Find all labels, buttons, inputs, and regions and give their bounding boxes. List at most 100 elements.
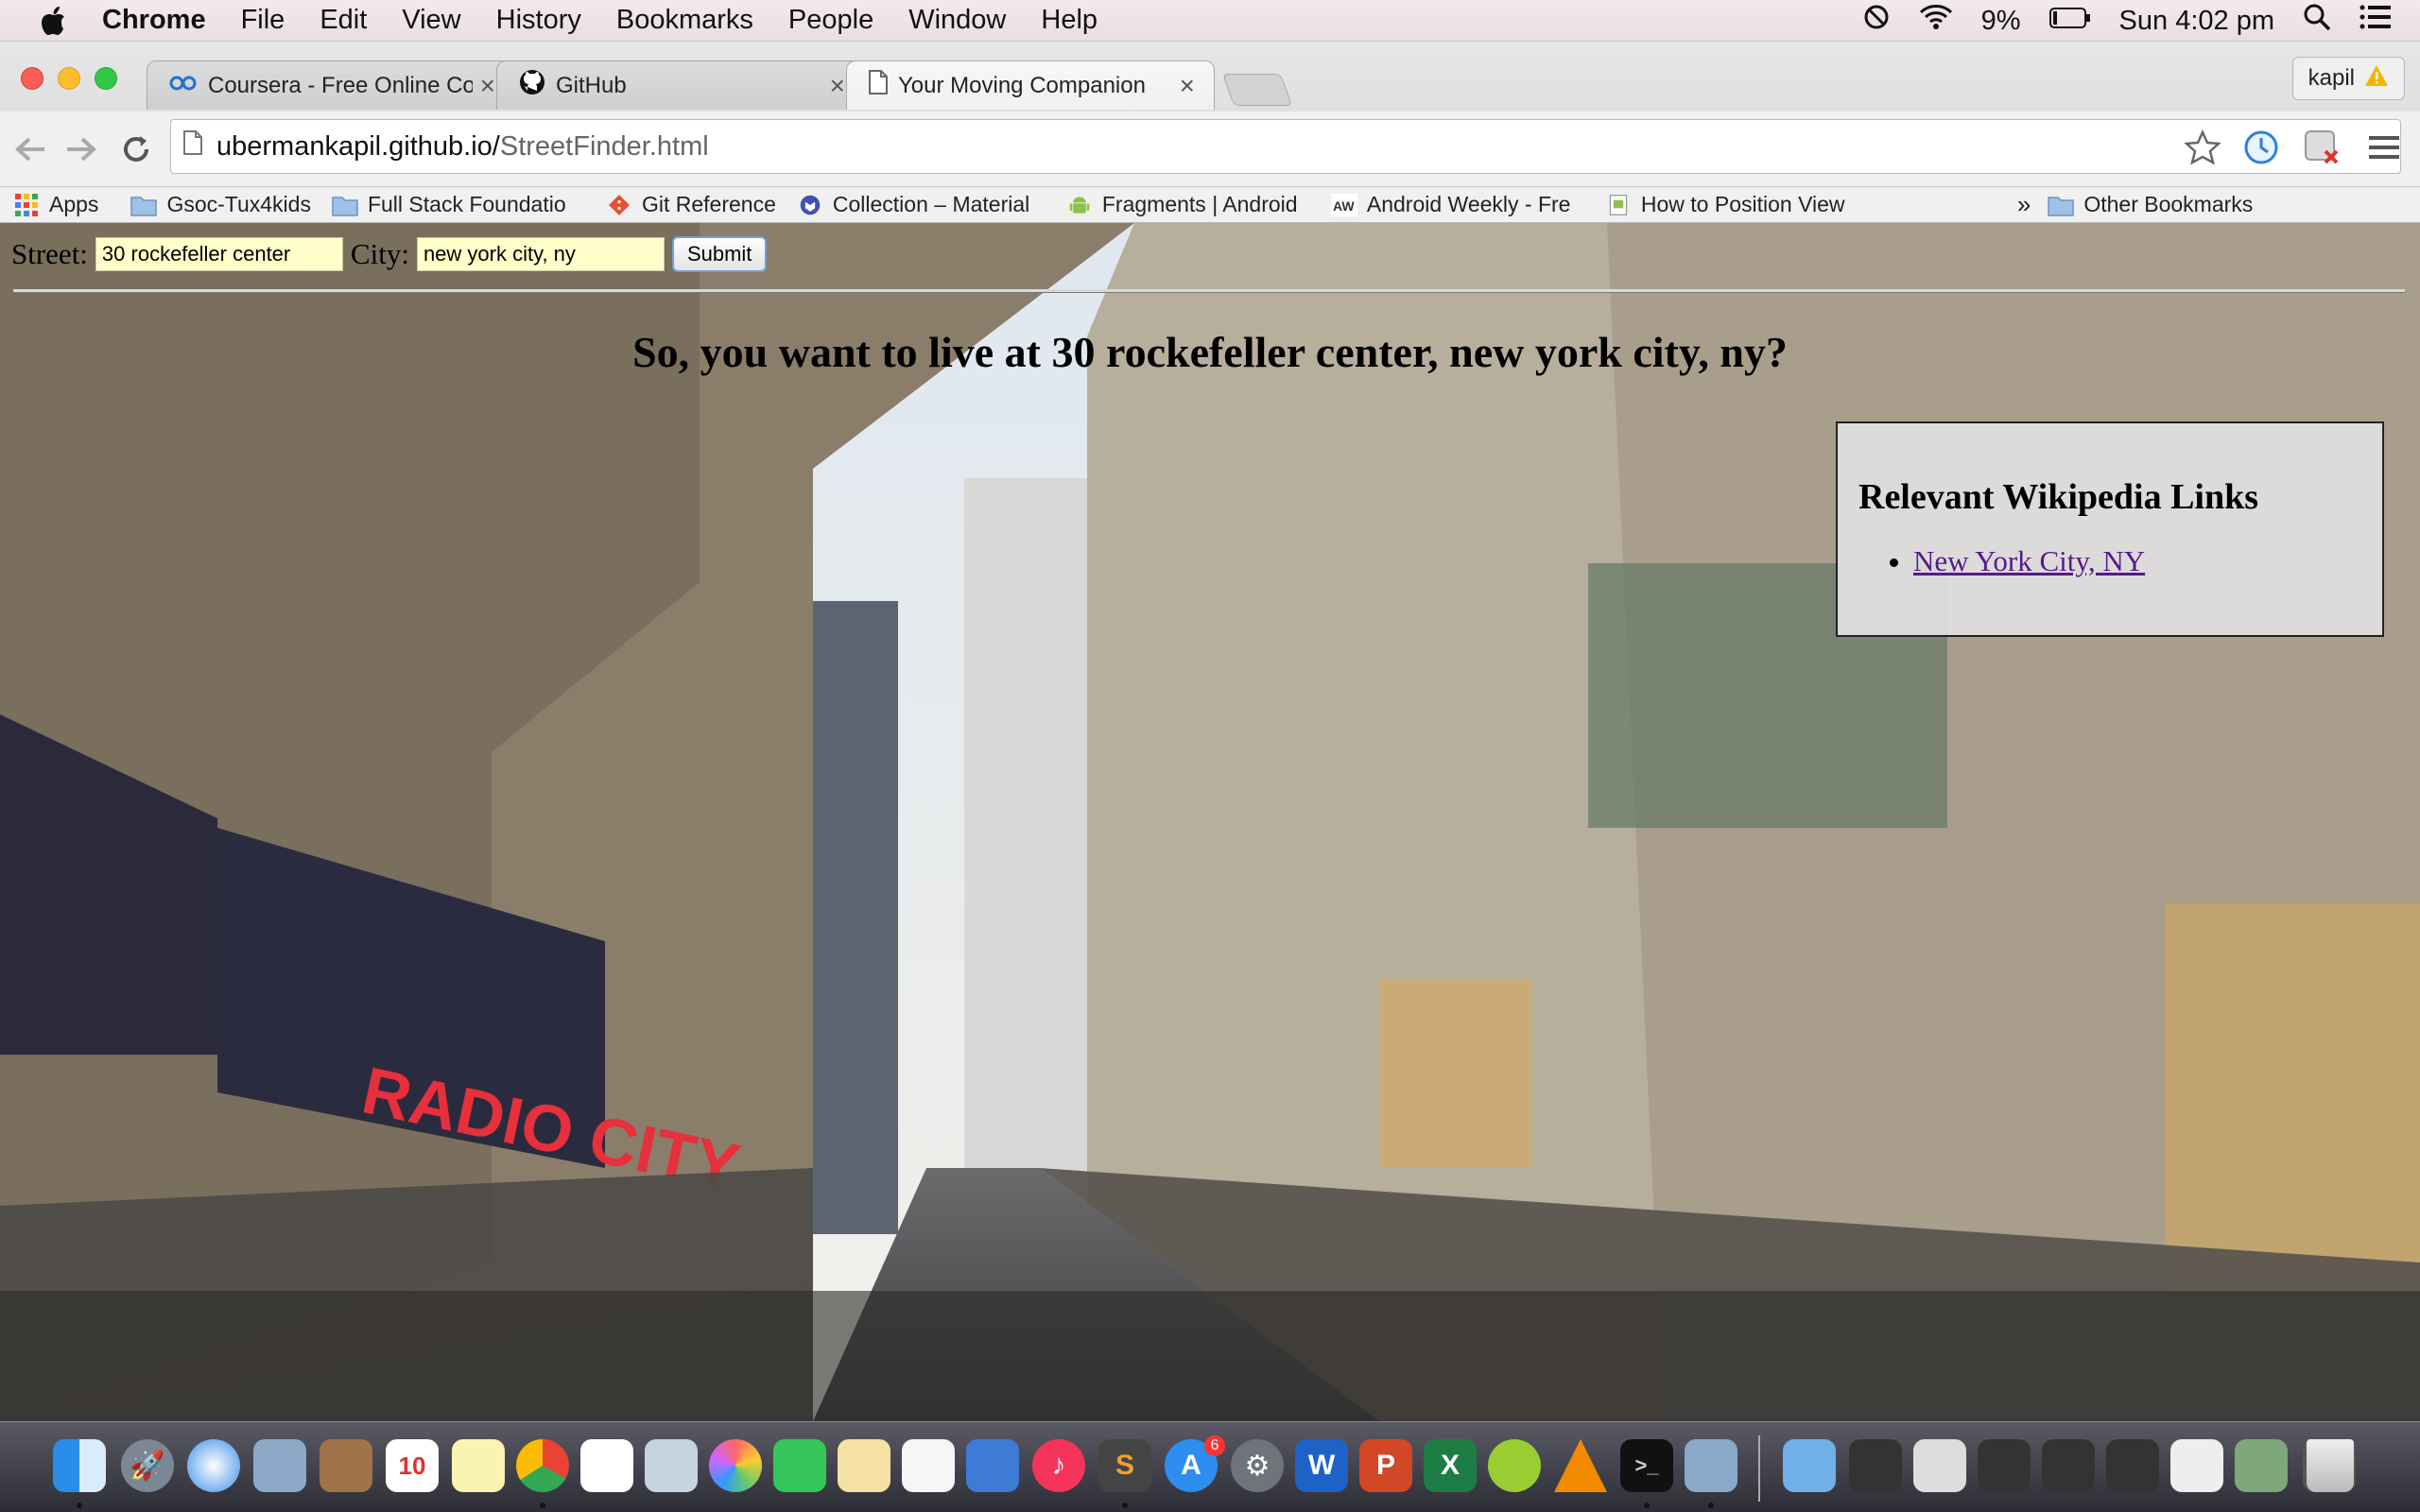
menu-app-name[interactable]: Chrome	[102, 5, 206, 36]
bookmarks-overflow-chevron[interactable]: »	[2017, 190, 2031, 219]
android-studio-icon[interactable]	[1488, 1439, 1541, 1492]
pages-icon[interactable]	[838, 1439, 890, 1492]
excel-icon[interactable]: X	[1424, 1439, 1477, 1492]
mail-icon[interactable]	[253, 1439, 306, 1492]
trash-icon[interactable]	[2307, 1439, 2354, 1492]
spotlight-search-icon[interactable]	[2303, 3, 2331, 39]
back-button[interactable]	[11, 130, 49, 168]
tab-close-icon[interactable]: ×	[1180, 71, 1195, 101]
bookmark-apps[interactable]: Apps	[13, 192, 98, 217]
finder-icon[interactable]	[53, 1439, 106, 1492]
minimized-window-thumbnail[interactable]	[1913, 1439, 1966, 1492]
battery-icon[interactable]	[2048, 6, 2091, 37]
apps-grid-icon	[15, 193, 38, 216]
do-not-disturb-icon[interactable]	[1862, 3, 1891, 39]
page-content: RADIO CITY Street: City: Submit So, you …	[0, 223, 2420, 1421]
bookmark-gsoc-tux4kids[interactable]: Gsoc-Tux4kids	[130, 192, 311, 217]
wifi-icon[interactable]	[1919, 4, 1953, 38]
minimized-window-thumbnail[interactable]	[1978, 1439, 2031, 1492]
minimized-window-thumbnail[interactable]	[2235, 1439, 2288, 1492]
extension-clock-icon[interactable]	[2242, 129, 2280, 166]
bookmark-label: Collection – Material	[832, 192, 1030, 216]
bookmark-android-weekly[interactable]: AW Android Weekly - Fre	[1330, 192, 1584, 217]
launchpad-icon[interactable]: 🚀	[121, 1439, 174, 1492]
bookmark-star-icon[interactable]	[2184, 129, 2221, 166]
status-menus: 9% Sun 4:02 pm	[1862, 0, 2420, 42]
bookmark-fragments-android[interactable]: Fragments | Android	[1066, 192, 1310, 217]
numbers-icon[interactable]	[902, 1439, 955, 1492]
profile-button[interactable]: kapil	[2291, 57, 2405, 100]
bookmark-collection-material[interactable]: Collection – Material	[797, 192, 1046, 217]
street-input[interactable]	[95, 237, 343, 271]
material-icon	[800, 195, 821, 215]
minimized-window-thumbnail[interactable]	[2106, 1439, 2159, 1492]
menu-people[interactable]: People	[788, 5, 873, 36]
menu-view[interactable]: View	[402, 5, 460, 36]
bookmark-other-bookmarks[interactable]: Other Bookmarks	[2048, 192, 2253, 217]
tab-your-moving-companion[interactable]: Your Moving Companion ×	[846, 60, 1215, 110]
notification-center-icon[interactable]	[2360, 4, 2392, 38]
terminal-icon[interactable]: >_	[1620, 1439, 1673, 1492]
menu-file[interactable]: File	[241, 5, 285, 36]
bookmark-label: Fragments | Android	[1101, 192, 1298, 216]
notes-icon[interactable]	[452, 1439, 505, 1492]
wikipedia-link[interactable]: New York City, NY	[1913, 544, 2145, 577]
window-zoom-button[interactable]	[95, 67, 117, 90]
menu-edit[interactable]: Edit	[320, 5, 367, 36]
preview-icon[interactable]	[645, 1439, 698, 1492]
tab-title: GitHub	[556, 72, 627, 98]
submit-button[interactable]: Submit	[671, 236, 768, 272]
tab-github[interactable]: GitHub ×	[496, 60, 865, 110]
tab-close-icon[interactable]: ×	[830, 71, 845, 101]
extension-blocker-icon[interactable]	[2303, 129, 2341, 166]
reminders-icon[interactable]	[580, 1439, 633, 1492]
contacts-icon[interactable]	[320, 1439, 372, 1492]
menu-clock[interactable]: Sun 4:02 pm	[2119, 6, 2274, 37]
tab-close-icon[interactable]: ×	[480, 71, 495, 101]
word-icon[interactable]: W	[1295, 1439, 1348, 1492]
folder-icon	[332, 196, 358, 216]
menu-history[interactable]: History	[496, 5, 581, 36]
minimized-window-thumbnail[interactable]	[1849, 1439, 1902, 1492]
city-input[interactable]	[416, 237, 665, 271]
browser-window-frame: Coursera - Free Online Cou × GitHub × Yo…	[0, 42, 2420, 223]
minimized-window-thumbnail[interactable]	[2170, 1439, 2223, 1492]
menu-window[interactable]: Window	[908, 5, 1006, 36]
folder-icon	[2048, 196, 2075, 216]
photos-icon[interactable]	[709, 1439, 762, 1492]
new-tab-button[interactable]	[1221, 74, 1293, 106]
wikipedia-link-list: New York City, NY	[1913, 544, 2382, 578]
aw-icon: AW	[1330, 193, 1357, 216]
bookmark-label: Android Weekly - Fre	[1366, 192, 1571, 216]
facetime-icon[interactable]	[773, 1439, 826, 1492]
calendar-icon[interactable]: 10	[386, 1439, 439, 1492]
safari-icon[interactable]	[187, 1439, 240, 1492]
window-close-button[interactable]	[21, 67, 43, 90]
apple-menu-icon[interactable]	[40, 6, 68, 35]
powerpoint-icon[interactable]: P	[1359, 1439, 1412, 1492]
address-form: Street: City: Submit	[11, 236, 768, 272]
chrome-menu-icon[interactable]	[2365, 129, 2403, 166]
reload-button[interactable]	[117, 130, 155, 168]
downloads-folder-icon[interactable]	[1783, 1439, 1836, 1492]
keynote-icon[interactable]	[966, 1439, 1019, 1492]
vlc-icon[interactable]	[1554, 1439, 1607, 1492]
preview-app-icon[interactable]	[1685, 1439, 1737, 1492]
system-preferences-icon[interactable]: ⚙	[1231, 1439, 1284, 1492]
address-bar[interactable]: ubermankapil.github.io/StreetFinder.html	[170, 119, 2401, 174]
chrome-icon[interactable]	[516, 1439, 569, 1492]
tab-coursera[interactable]: Coursera - Free Online Cou ×	[147, 60, 515, 110]
minimized-window-thumbnail[interactable]	[2042, 1439, 2095, 1492]
forward-button[interactable]	[62, 130, 100, 168]
bookmarks-bar: Apps Gsoc-Tux4kids Full Stack Foundatio …	[0, 187, 2420, 223]
itunes-icon[interactable]: ♪	[1032, 1439, 1085, 1492]
bookmark-git-reference[interactable]: Git Reference	[606, 192, 776, 217]
bookmark-how-to-position-view[interactable]: How to Position View	[1605, 192, 1858, 217]
url-host: ubermankapil.github.io/	[216, 130, 500, 162]
page-icon	[868, 69, 889, 102]
menu-bookmarks[interactable]: Bookmarks	[616, 5, 753, 36]
sublime-text-icon[interactable]: S	[1098, 1439, 1151, 1492]
window-minimize-button[interactable]	[58, 67, 80, 90]
bookmark-full-stack-foundation[interactable]: Full Stack Foundatio	[332, 192, 585, 217]
menu-help[interactable]: Help	[1041, 5, 1098, 36]
